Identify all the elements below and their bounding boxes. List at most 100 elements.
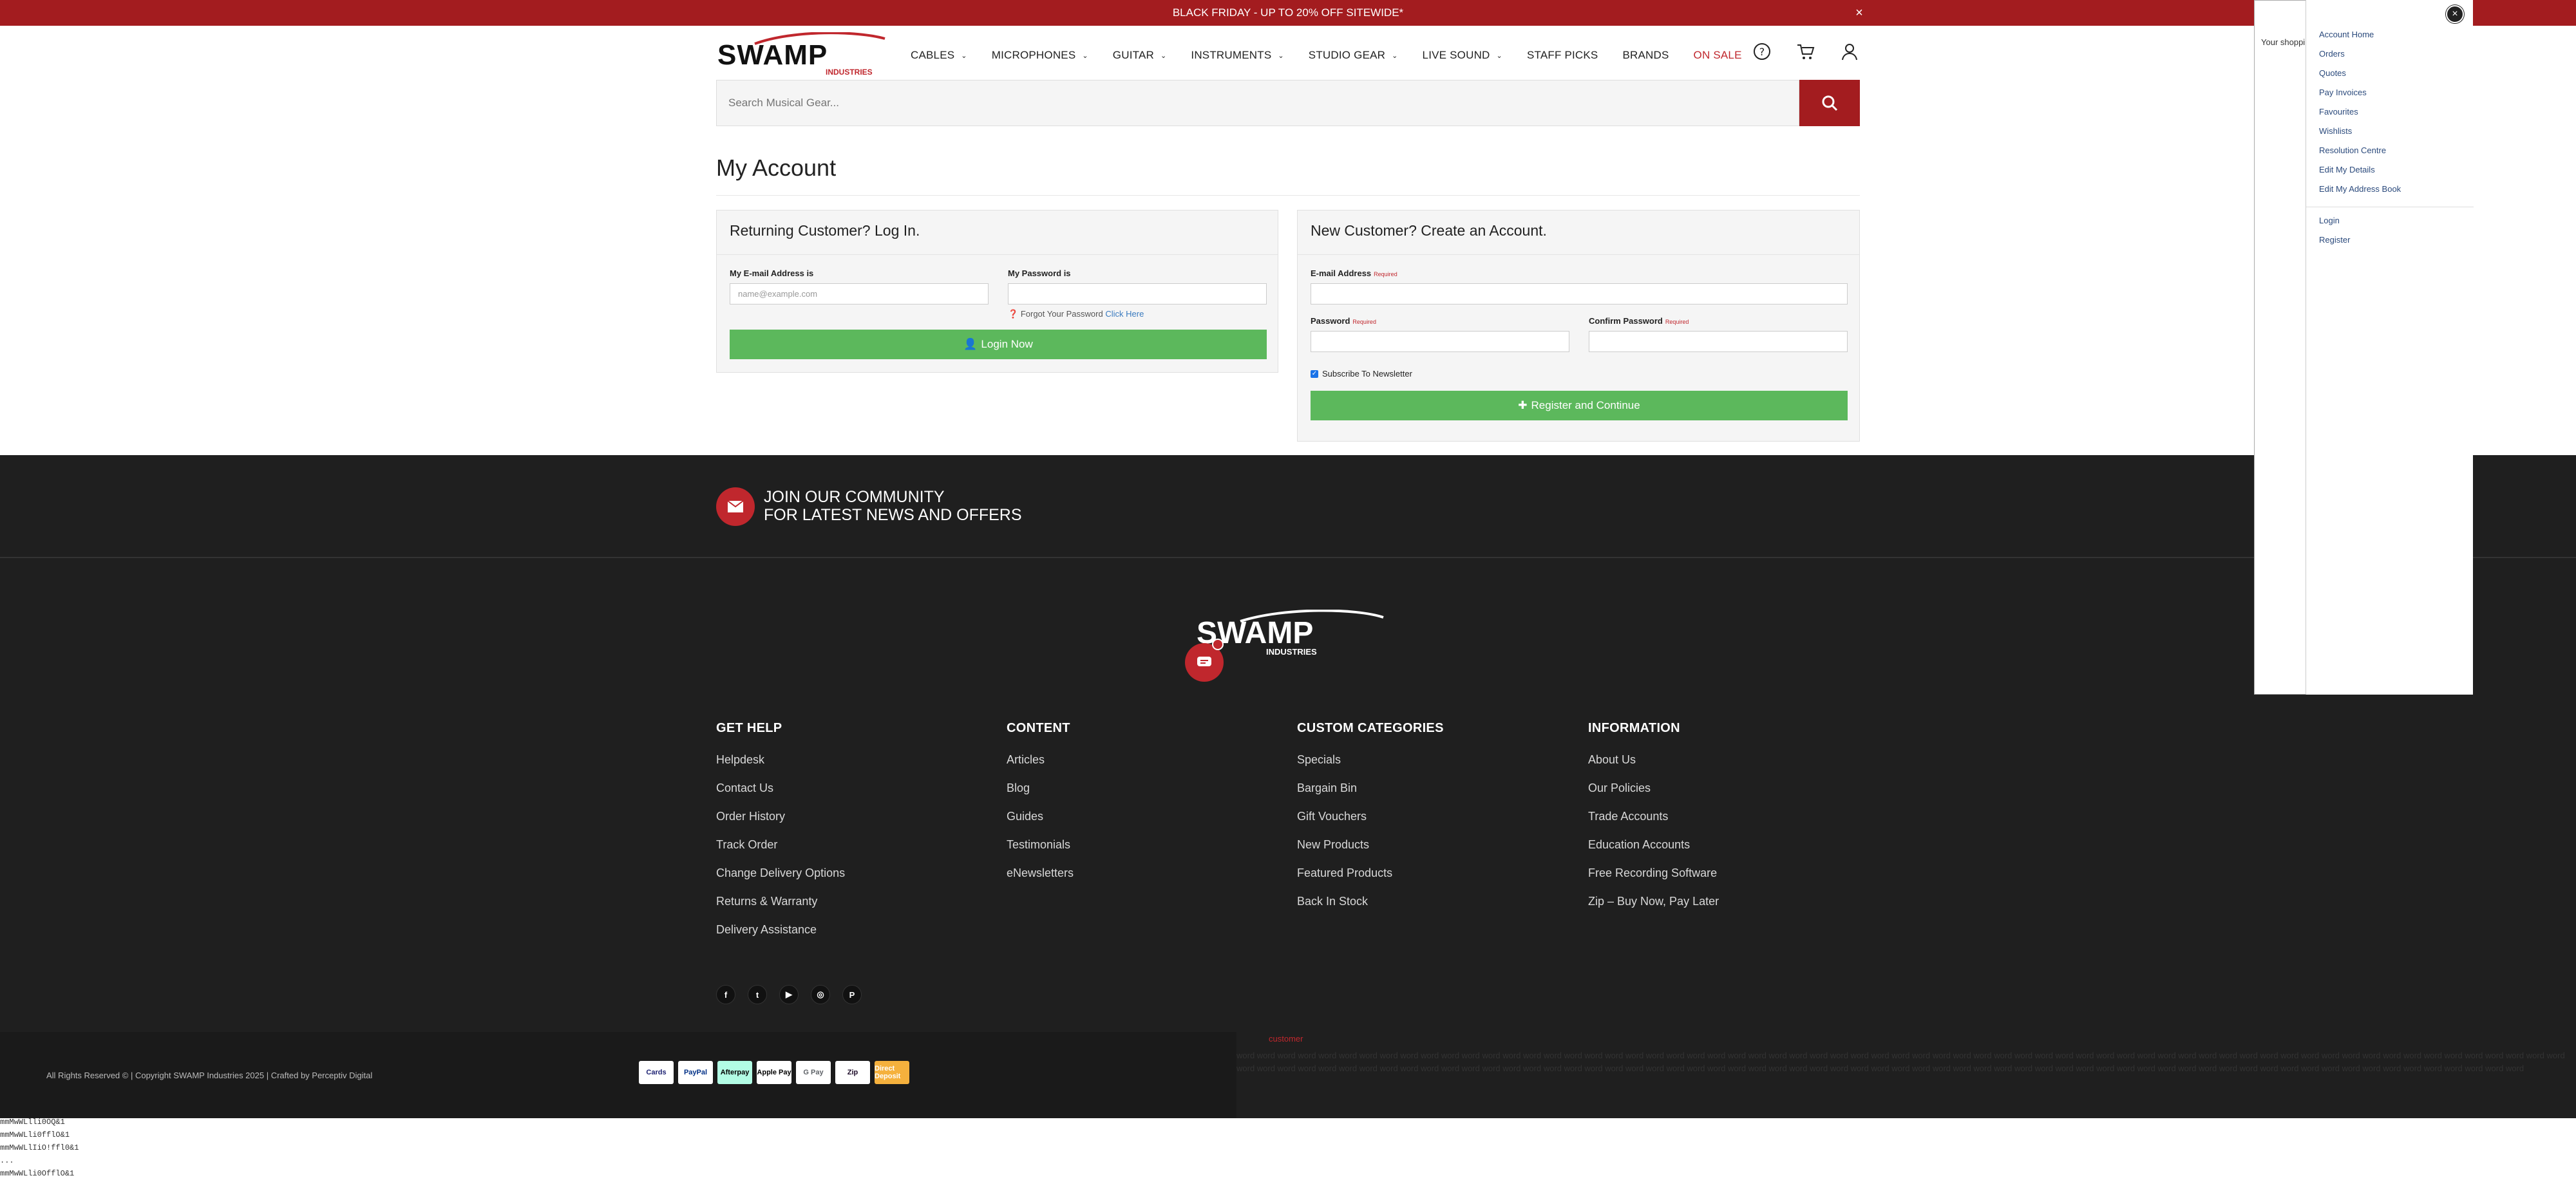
forgot-link[interactable]: Click Here <box>1105 309 1144 319</box>
twitter-icon[interactable]: t <box>748 985 767 1004</box>
payment-badge: G Pay <box>796 1061 831 1084</box>
chevron-down-icon: ⌄ <box>1496 52 1502 60</box>
footer-link[interactable]: eNewsletters <box>1007 866 1074 881</box>
footer-link[interactable]: Change Delivery Options <box>716 866 845 881</box>
search-input[interactable] <box>716 80 1799 126</box>
account-menu-item[interactable]: Orders <box>2319 49 2345 59</box>
announcement-text[interactable]: BLACK FRIDAY - UP TO 20% OFF SITEWIDE* <box>1173 6 1403 19</box>
register-password-label: Password Required <box>1311 316 1376 326</box>
footer-link[interactable]: Contact Us <box>716 781 845 796</box>
nav-item-instruments[interactable]: INSTRUMENTS ⌄ <box>1191 49 1283 62</box>
account-menu-item[interactable]: Edit My Address Book <box>2319 184 2401 194</box>
login-button[interactable]: 👤 Login Now <box>730 330 1267 359</box>
nav-item-guitar[interactable]: GUITAR ⌄ <box>1113 49 1167 62</box>
facebook-icon[interactable]: f <box>716 985 735 1004</box>
announcement-close-icon[interactable]: × <box>1850 0 1869 26</box>
account-menu-auth-item[interactable]: Login <box>2319 216 2340 225</box>
cart-icon[interactable] <box>1795 41 1816 62</box>
account-menu-item[interactable]: Favourites <box>2319 107 2358 117</box>
footer-column-heading: INFORMATION <box>1588 721 1680 735</box>
instagram-icon[interactable]: ◎ <box>811 985 830 1004</box>
footer-link[interactable]: New Products <box>1297 838 1444 852</box>
footer-link[interactable]: Zip – Buy Now, Pay Later <box>1588 894 1719 909</box>
register-button-label: Register and Continue <box>1531 399 1640 411</box>
login-password-field[interactable] <box>1008 283 1267 304</box>
nav-item-microphones[interactable]: MICROPHONES ⌄ <box>992 49 1088 62</box>
close-icon[interactable]: × <box>2446 5 2464 23</box>
stray-mono-text: mmMwWLlli0OQ&1 <box>0 1118 65 1127</box>
footer-link[interactable]: Helpdesk <box>716 753 845 767</box>
stray-word-block: word word word word word word word word … <box>1236 1051 2565 1073</box>
nav-item-staff-picks[interactable]: STAFF PICKS <box>1527 49 1598 62</box>
footer-link[interactable]: Blog <box>1007 781 1074 796</box>
account-menu-item[interactable]: Account Home <box>2319 30 2374 39</box>
register-email-field[interactable] <box>1311 283 1848 304</box>
user-icon[interactable] <box>1839 41 1860 62</box>
footer-link[interactable]: Gift Vouchers <box>1297 809 1444 824</box>
community-banner: JOIN OUR COMMUNITY FOR LATEST NEWS AND O… <box>0 455 2576 558</box>
swamp-logo[interactable]: SWAMP INDUSTRIES <box>716 32 887 76</box>
footer-link[interactable]: Track Order <box>716 838 845 852</box>
footer-link[interactable]: Bargain Bin <box>1297 781 1444 796</box>
register-panel: New Customer? Create an Account. E-mail … <box>1297 210 1860 442</box>
search-button[interactable] <box>1799 80 1860 126</box>
register-confirm-field[interactable] <box>1589 331 1848 352</box>
help-icon[interactable]: ? <box>1752 41 1772 62</box>
login-heading: Returning Customer? Log In. <box>730 222 920 239</box>
nav-item-label: INSTRUMENTS <box>1191 49 1272 61</box>
footer-link[interactable]: Delivery Assistance <box>716 922 845 937</box>
footer-link[interactable]: Featured Products <box>1297 866 1444 881</box>
nav-item-brands[interactable]: BRANDS <box>1622 49 1669 62</box>
account-menu-item[interactable]: Edit My Details <box>2319 165 2375 174</box>
footer-link[interactable]: Education Accounts <box>1588 838 1719 852</box>
copyright-text: All Rights Reserved © | Copyright SWAMP … <box>46 1071 373 1080</box>
account-menu-item[interactable]: Quotes <box>2319 68 2346 78</box>
account-menu-item[interactable]: Resolution Centre <box>2319 145 2386 155</box>
login-email-field[interactable]: name@example.com <box>730 283 989 304</box>
nav-item-live-sound[interactable]: LIVE SOUND ⌄ <box>1423 49 1502 62</box>
stray-mono-text: ... <box>0 1156 14 1165</box>
nav-item-studio-gear[interactable]: STUDIO GEAR ⌄ <box>1309 49 1398 62</box>
login-email-label: My E-mail Address is <box>730 268 814 278</box>
login-button-label: Login Now <box>981 338 1033 350</box>
register-button[interactable]: ✚ Register and Continue <box>1311 391 1848 420</box>
account-menu-auth-item[interactable]: Register <box>2319 235 2350 245</box>
register-email-label: E-mail Address Required <box>1311 268 1397 278</box>
community-text: JOIN OUR COMMUNITY FOR LATEST NEWS AND O… <box>764 488 1022 524</box>
pinterest-icon[interactable]: P <box>842 985 862 1004</box>
footer-link[interactable]: Guides <box>1007 809 1074 824</box>
payment-badge: Direct Deposit <box>875 1061 909 1084</box>
account-menu-item[interactable]: Pay Invoices <box>2319 88 2367 97</box>
footer-link[interactable]: Our Policies <box>1588 781 1719 796</box>
payment-badge: Apple Pay <box>757 1061 791 1084</box>
checkbox-icon[interactable]: ✓ <box>1311 370 1318 378</box>
footer-link[interactable]: Trade Accounts <box>1588 809 1719 824</box>
footer-link[interactable]: Articles <box>1007 753 1074 767</box>
account-menu-item[interactable]: Wishlists <box>2319 126 2352 136</box>
footer-link[interactable]: Specials <box>1297 753 1444 767</box>
footer-column: INFORMATION About Us Our Policies Trade Acc… <box>1588 721 1719 922</box>
nav-item-label: BRANDS <box>1622 49 1669 61</box>
svg-text:INDUSTRIES: INDUSTRIES <box>826 68 873 76</box>
footer-link[interactable]: Returns & Warranty <box>716 894 845 909</box>
nav-item-label: CABLES <box>911 49 955 61</box>
nav-item-on-sale[interactable]: ON SALE <box>1694 49 1742 62</box>
footer-link[interactable]: Order History <box>716 809 845 824</box>
footer-swamp-logo[interactable]: SWAMP INDUSTRIES <box>1195 610 1386 657</box>
register-password-field[interactable] <box>1311 331 1569 352</box>
youtube-icon[interactable]: ▶ <box>779 985 799 1004</box>
cart-flyout-text: Your shopping cart a <box>2261 37 2306 47</box>
nav-item-cables[interactable]: CABLES ⌄ <box>911 49 967 62</box>
stray-text: customer <box>1269 1034 1303 1044</box>
footer-link[interactable]: Back In Stock <box>1297 894 1444 909</box>
payment-badge: Zip <box>835 1061 870 1084</box>
footer-link[interactable]: Free Recording Software <box>1588 866 1719 881</box>
divider <box>1298 254 1859 255</box>
payment-badge: Cards <box>639 1061 674 1084</box>
footer-link[interactable]: About Us <box>1588 753 1719 767</box>
nav-item-label: LIVE SOUND <box>1422 49 1490 61</box>
search-icon <box>1822 95 1838 111</box>
footer-link[interactable]: Testimonials <box>1007 838 1074 852</box>
newsletter-checkbox[interactable]: ✓ Subscribe To Newsletter <box>1311 369 1412 379</box>
chevron-down-icon: ⌄ <box>1392 52 1398 60</box>
